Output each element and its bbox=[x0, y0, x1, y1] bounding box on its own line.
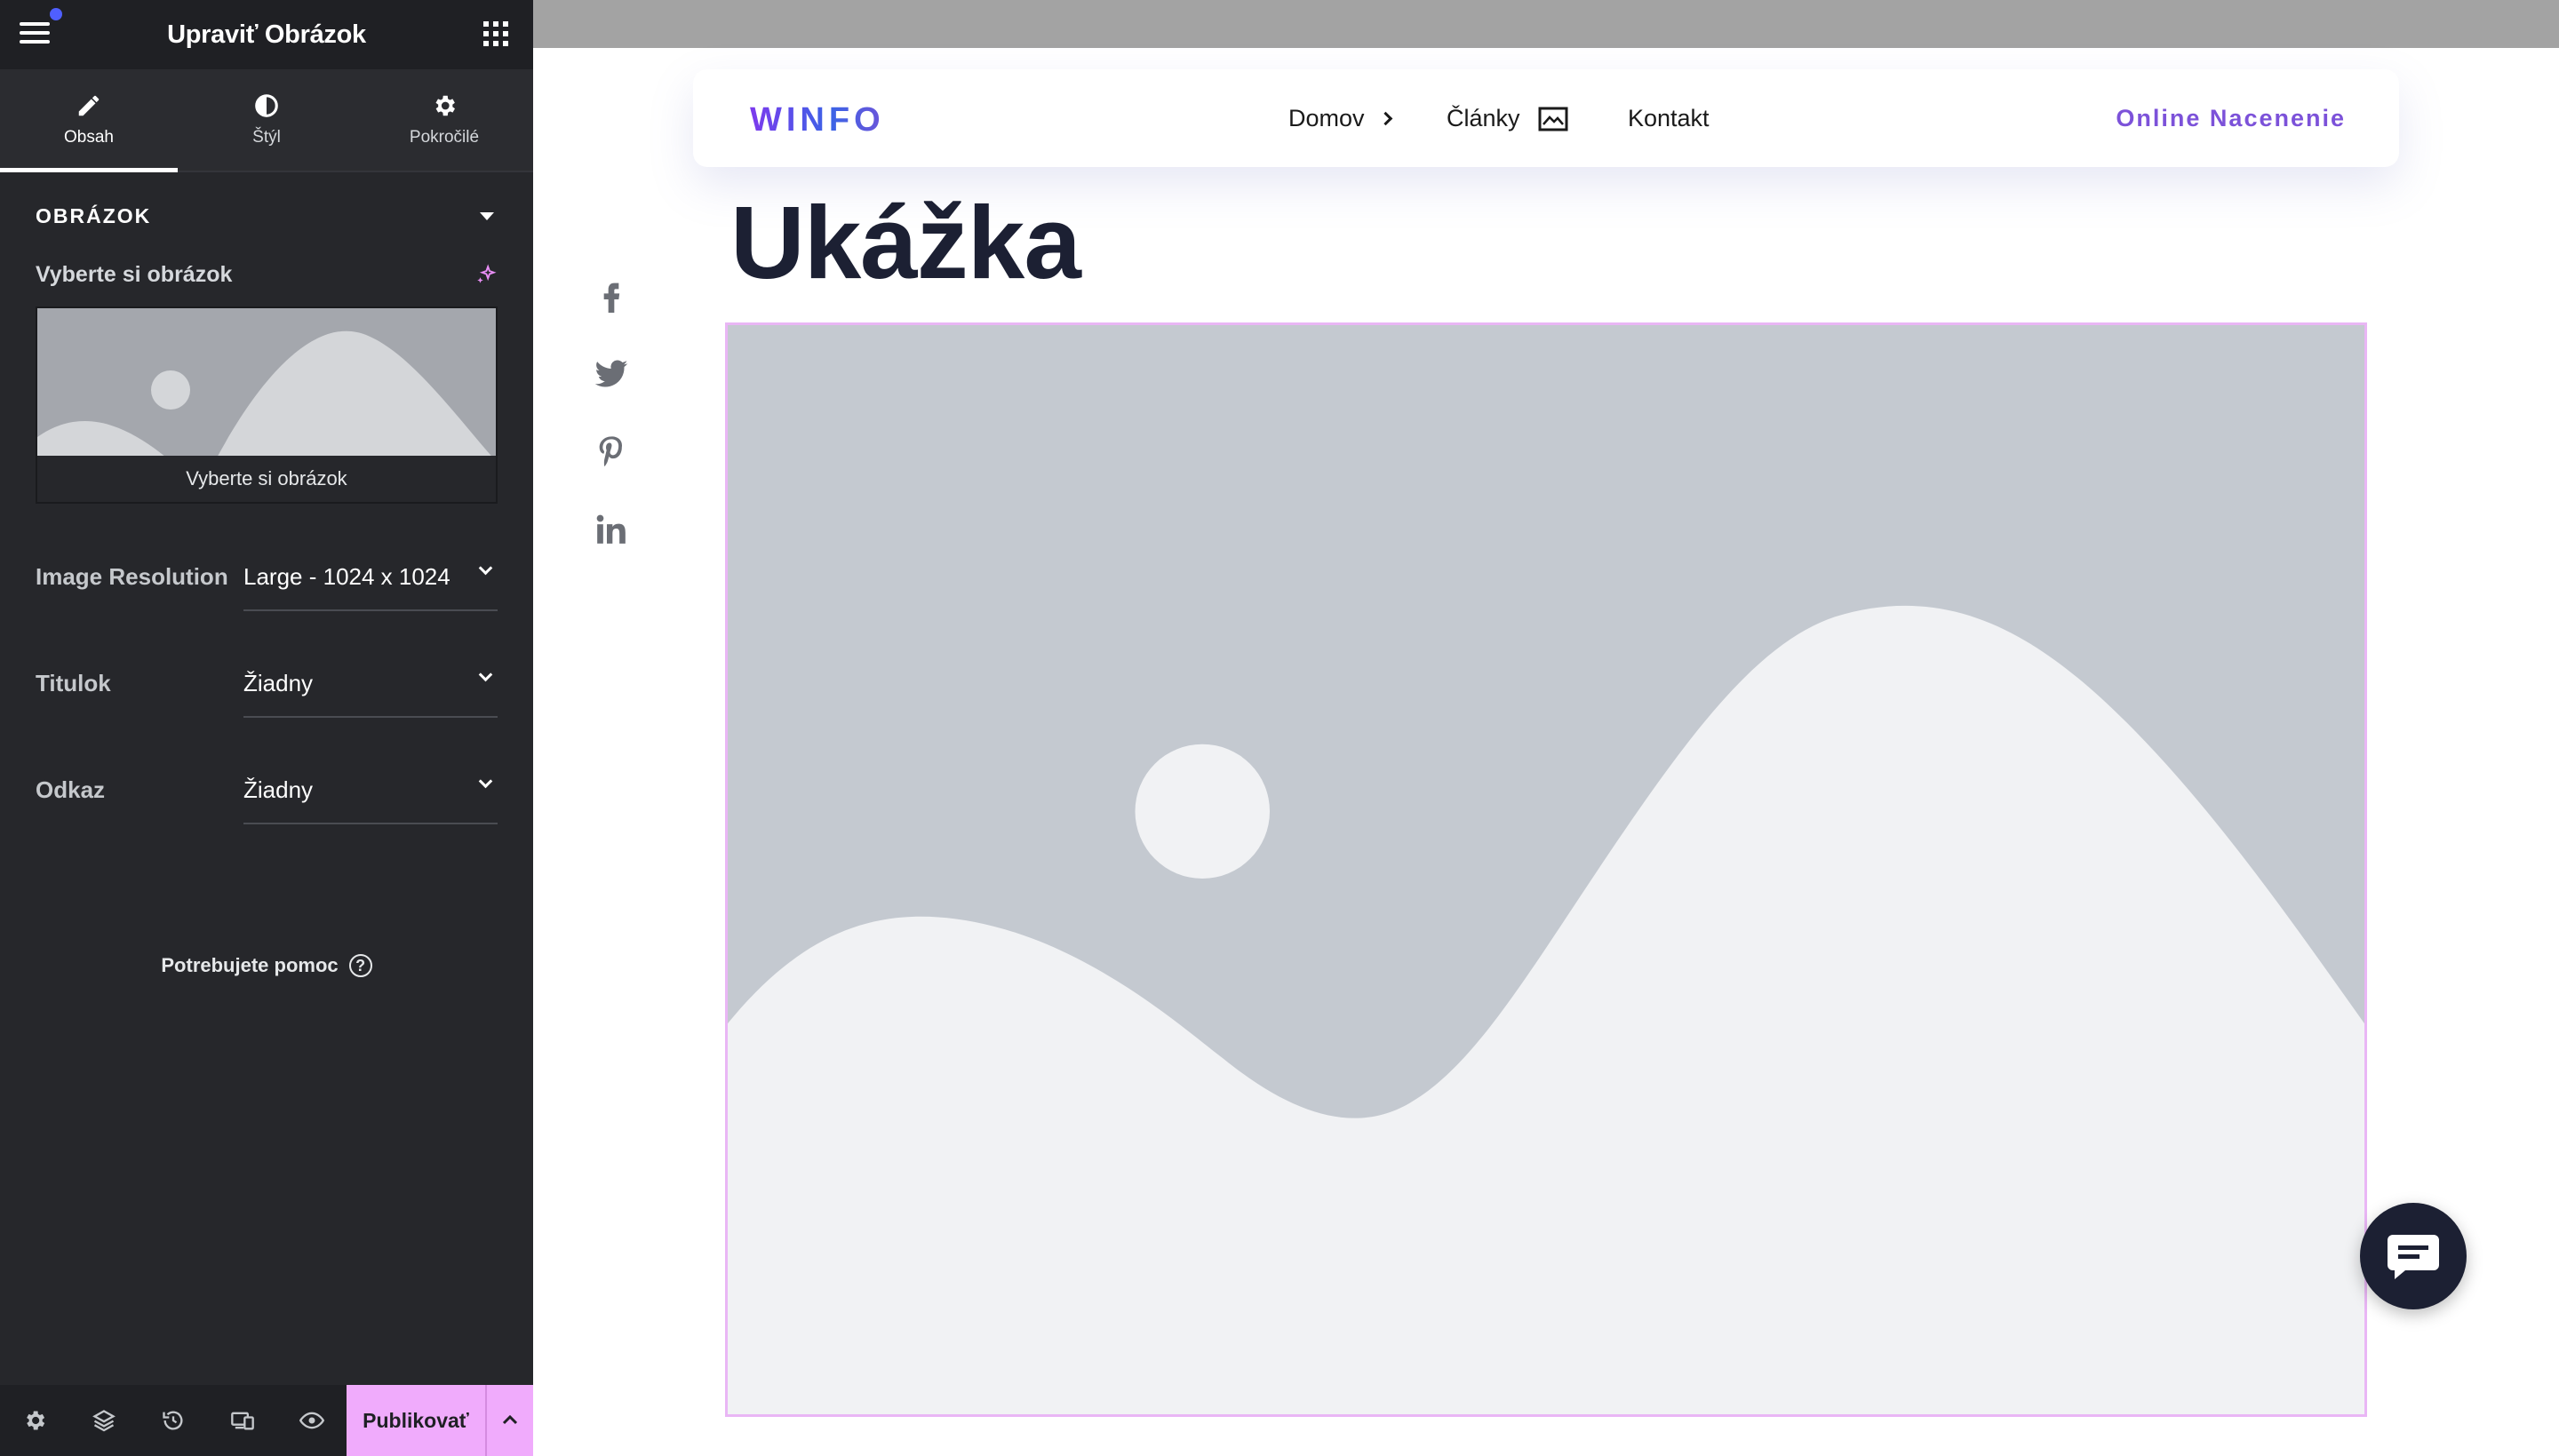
image-placeholder-icon bbox=[37, 308, 496, 461]
control-label: Image Resolution bbox=[36, 563, 228, 590]
control-label: Titulok bbox=[36, 670, 111, 696]
editor-header: Upraviť Obrázok bbox=[0, 0, 533, 69]
choose-image-button[interactable]: Vyberte si obrázok bbox=[37, 456, 496, 502]
pencil-icon bbox=[78, 95, 100, 116]
chat-icon bbox=[2388, 1235, 2439, 1279]
layers-icon bbox=[92, 1410, 116, 1432]
chevron-down-icon bbox=[478, 667, 493, 682]
caret-down-icon bbox=[480, 212, 494, 220]
chat-button[interactable] bbox=[2360, 1203, 2467, 1309]
caption-select[interactable]: Žiadny bbox=[243, 667, 498, 718]
cta-online-quote[interactable]: Online Nacenenie bbox=[2116, 105, 2346, 132]
image-widget[interactable] bbox=[725, 322, 2367, 1417]
tab-label: Pokročilé bbox=[409, 128, 480, 147]
share-facebook[interactable] bbox=[594, 277, 629, 313]
responsive-button[interactable] bbox=[208, 1385, 277, 1456]
apps-grid-icon[interactable] bbox=[483, 21, 508, 46]
share-pinterest[interactable] bbox=[594, 434, 629, 469]
image-icon bbox=[1538, 107, 1568, 131]
editor-panel: Upraviť Obrázok Obsah Štýl Pokročilé OBR… bbox=[0, 0, 533, 1456]
menu-hamburger-icon[interactable] bbox=[20, 22, 50, 47]
section-toggle[interactable]: OBRÁZOK bbox=[36, 204, 498, 228]
select-value: Žiadny bbox=[243, 776, 314, 803]
chevron-down-icon bbox=[478, 561, 493, 576]
chevron-up-icon bbox=[502, 1414, 518, 1425]
control-caption: Titulok Žiadny bbox=[36, 667, 498, 743]
preview-eye-icon bbox=[299, 1412, 324, 1429]
publish-button[interactable]: Publikovať bbox=[347, 1385, 487, 1456]
choose-image-label: Vyberte si obrázok bbox=[36, 262, 233, 287]
top-strip bbox=[533, 0, 2559, 48]
history-icon bbox=[163, 1411, 183, 1430]
chevron-right-icon bbox=[1378, 111, 1392, 126]
help-question-icon: ? bbox=[348, 954, 372, 977]
nav-label: Články bbox=[1447, 105, 1520, 131]
section-title: OBRÁZOK bbox=[36, 204, 152, 227]
panel-tabs: Obsah Štýl Pokročilé bbox=[0, 69, 533, 172]
control-link: Odkaz Žiadny bbox=[36, 774, 498, 849]
preview-canvas: WINFO Domov Články Kontakt Online Nacene… bbox=[533, 0, 2559, 1456]
image-picker[interactable]: Vyberte si obrázok bbox=[36, 306, 498, 504]
chevron-down-icon bbox=[478, 774, 493, 789]
help-label: Potrebujete pomoc bbox=[161, 954, 339, 976]
gear-icon bbox=[435, 95, 455, 116]
twitter-icon bbox=[594, 360, 628, 387]
control-image-resolution: Image Resolution Large - 1024 x 1024 bbox=[36, 561, 498, 636]
share-linkedin[interactable] bbox=[594, 512, 629, 547]
nav-item-home[interactable]: Domov bbox=[1288, 105, 1392, 132]
pinterest-icon bbox=[599, 436, 623, 466]
linkedin-icon bbox=[596, 514, 626, 544]
help-link[interactable]: Potrebujete pomoc ? bbox=[0, 954, 533, 977]
nav-label: Kontakt bbox=[1628, 105, 1710, 131]
preview-button[interactable] bbox=[277, 1385, 347, 1456]
tab-label: Štýl bbox=[252, 128, 281, 147]
select-value: Žiadny bbox=[243, 670, 314, 696]
control-label: Odkaz bbox=[36, 776, 106, 803]
publish-options-button[interactable] bbox=[487, 1385, 533, 1456]
facebook-icon bbox=[603, 282, 620, 313]
half-circle-icon bbox=[255, 94, 278, 117]
settings-button[interactable] bbox=[0, 1385, 69, 1456]
notification-dot bbox=[50, 8, 62, 20]
ai-sparkle-icon[interactable] bbox=[474, 264, 498, 287]
history-button[interactable] bbox=[139, 1385, 208, 1456]
share-twitter[interactable] bbox=[594, 355, 629, 391]
nav-item-articles[interactable]: Články bbox=[1447, 105, 1568, 132]
tab-label: Obsah bbox=[64, 128, 114, 147]
settings-icon bbox=[27, 1411, 45, 1430]
nav-item-contact[interactable]: Kontakt bbox=[1628, 105, 1710, 132]
select-value: Large - 1024 x 1024 bbox=[243, 563, 450, 590]
tab-style[interactable]: Štýl bbox=[178, 69, 355, 171]
image-resolution-select[interactable]: Large - 1024 x 1024 bbox=[243, 561, 498, 611]
nav-label: Domov bbox=[1288, 105, 1365, 131]
responsive-icon bbox=[231, 1412, 254, 1430]
tab-advanced[interactable]: Pokročilé bbox=[355, 69, 533, 171]
tab-content[interactable]: Obsah bbox=[0, 69, 178, 172]
panel-title: Upraviť Obrázok bbox=[167, 20, 366, 49]
image-placeholder-icon bbox=[728, 325, 2364, 1414]
navigator-button[interactable] bbox=[69, 1385, 139, 1456]
site-header: WINFO Domov Články Kontakt Online Nacene… bbox=[693, 69, 2399, 167]
link-select[interactable]: Žiadny bbox=[243, 774, 498, 824]
page-heading: Ukážka bbox=[730, 185, 1081, 300]
bottom-toolbar: Publikovať bbox=[0, 1385, 533, 1456]
site-logo[interactable]: WINFO bbox=[750, 101, 885, 139]
